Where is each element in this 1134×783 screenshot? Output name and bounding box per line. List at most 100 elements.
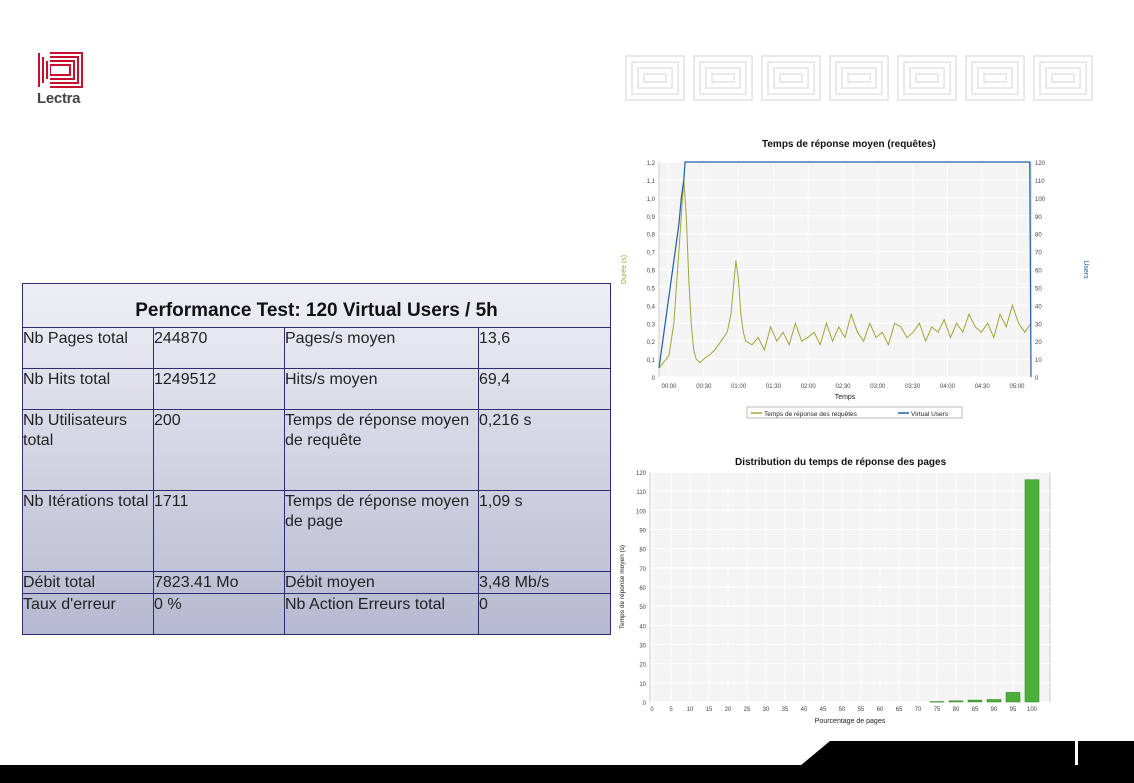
y-tick-label: 0,4: [647, 304, 656, 310]
y-tick-label: 100: [636, 509, 647, 515]
y-tick-label: 70: [639, 567, 646, 573]
y-tick-label: 120: [636, 471, 647, 477]
x-tick-label: 10: [687, 707, 694, 713]
table-cell: Temps de réponse moyen de requête: [284, 409, 479, 491]
bar: [929, 701, 945, 703]
y-tick-label: 0: [652, 376, 656, 382]
x-tick-label: 02:00: [801, 384, 817, 390]
x-tick-label: 0: [650, 707, 654, 713]
table-cell: 3,48 Mb/s: [477, 571, 612, 594]
response-time-line-chart: 0 0,1 0,2 0,3 0,4 0,5 0,6 0,7 0,8 0,9 1,0 1,1 1,2 0 10…: [621, 161, 1089, 419]
table-cell: Débit moyen: [284, 571, 479, 594]
brand-name: Lectra: [37, 90, 81, 107]
y-tick-label: 1,1: [647, 179, 656, 185]
y-tick-label: 60: [639, 586, 646, 592]
table-cell: Pages/s moyen: [284, 327, 479, 369]
bar: [986, 699, 1002, 703]
table-cell: Nb Action Erreurs total: [284, 593, 479, 635]
y-tick-label: 0,1: [647, 358, 656, 364]
y2-tick-label: 50: [1035, 286, 1042, 292]
table-cell: Temps de réponse moyen de page: [284, 490, 479, 572]
x-tick-label: 15: [706, 707, 713, 713]
table-cell: 200: [153, 409, 285, 491]
y-tick-label: 0: [643, 701, 647, 707]
table-cell: 69,4: [477, 368, 612, 410]
y-tick-label: 50: [639, 605, 646, 611]
x-tick-label: 50: [839, 707, 846, 713]
x-tick-label: 04:00: [940, 384, 956, 390]
table-cell: Hits/s moyen: [284, 368, 479, 410]
y2-tick-label: 70: [1035, 251, 1042, 257]
table-cell: Nb Utilisateurs total: [22, 409, 154, 491]
x-tick-label: 40: [801, 707, 808, 713]
bar: [1024, 479, 1040, 703]
table-cell: 0: [477, 593, 612, 635]
y-tick-label: 30: [639, 644, 646, 650]
table-cell: 244870: [153, 327, 285, 369]
y-tick-label: 0,2: [647, 340, 656, 346]
y-tick-label: 1,0: [647, 197, 656, 203]
y-tick-label: 0,6: [647, 269, 656, 275]
x-axis-label: Pourcentage de pages: [815, 718, 886, 725]
y2-tick-label: 90: [1035, 215, 1042, 221]
y-tick-label: 0,3: [647, 322, 656, 328]
bar: [1005, 692, 1021, 703]
x-tick-label: 01:00: [731, 384, 747, 390]
table-cell: Nb Itérations total: [22, 490, 154, 572]
y-tick-label: 0,8: [647, 233, 656, 239]
x-tick-label: 5: [669, 707, 673, 713]
footer-divider: [1075, 741, 1078, 766]
response-time-distribution-chart: 0 10 20 30 40 50 60 70 80 90 100 110 120 0 5 10 15 20 25 30…: [619, 471, 1051, 725]
bar: [967, 699, 983, 703]
y-tick-label: 40: [639, 624, 646, 630]
x-tick-label: 85: [972, 707, 979, 713]
y-tick-label: 110: [636, 490, 646, 496]
y-axis-label: Temps de réponse moyen (s): [619, 545, 626, 629]
y2-tick-label: 10: [1035, 358, 1042, 364]
table-cell: 1249512: [153, 368, 285, 410]
x-tick-label: 00:30: [696, 384, 712, 390]
y2-axis-label: Users: [1082, 260, 1089, 279]
y2-tick-label: 110: [1035, 179, 1045, 185]
table-cell: 13,6: [477, 327, 612, 369]
x-tick-label: 55: [858, 707, 865, 713]
x-axis-label: Temps: [835, 394, 856, 401]
y2-tick-label: 40: [1035, 304, 1042, 310]
x-tick-label: 80: [953, 707, 960, 713]
bar-chart-title: Distribution du temps de réponse des pag…: [735, 457, 947, 468]
x-tick-label: 30: [763, 707, 770, 713]
legend-entry: Temps de réponse des requêtes: [764, 411, 858, 418]
y2-tick-label: 60: [1035, 269, 1042, 275]
x-tick-label: 05:00: [1009, 384, 1025, 390]
x-tick-label: 35: [782, 707, 789, 713]
y2-tick-label: 20: [1035, 340, 1042, 346]
x-tick-label: 100: [1027, 707, 1038, 713]
y2-tick-label: 120: [1035, 161, 1046, 167]
y-tick-label: 80: [639, 548, 646, 554]
y-tick-label: 0,9: [647, 215, 656, 221]
x-tick-label: 90: [991, 707, 998, 713]
x-tick-label: 04:30: [975, 384, 991, 390]
x-tick-label: 20: [725, 707, 732, 713]
x-tick-label: 00:00: [661, 384, 677, 390]
table-cell: Débit total: [22, 571, 154, 594]
x-tick-label: 70: [915, 707, 922, 713]
bar: [948, 700, 964, 703]
footer-bar: [0, 765, 1134, 783]
y-tick-label: 1,2: [647, 161, 656, 167]
x-tick-label: 45: [820, 707, 827, 713]
y-tick-label: 0,7: [647, 251, 656, 257]
line-chart-title: Temps de réponse moyen (requêtes): [762, 139, 936, 150]
y-axis-label: Durée (s): [621, 255, 628, 284]
x-tick-label: 03:00: [870, 384, 886, 390]
y2-tick-label: 0: [1035, 376, 1039, 382]
x-tick-label: 02:30: [835, 384, 851, 390]
legend-entry: Virtual Users: [911, 411, 949, 418]
table-title: Performance Test: 120 Virtual Users / 5h: [21, 283, 612, 328]
y-tick-label: 0,5: [647, 286, 656, 292]
table-cell: Nb Pages total: [22, 327, 154, 369]
y-tick-label: 20: [639, 663, 646, 669]
y-tick-label: 10: [639, 682, 646, 688]
table-cell: 7823.41 Mo: [153, 571, 285, 594]
x-tick-label: 25: [744, 707, 751, 713]
